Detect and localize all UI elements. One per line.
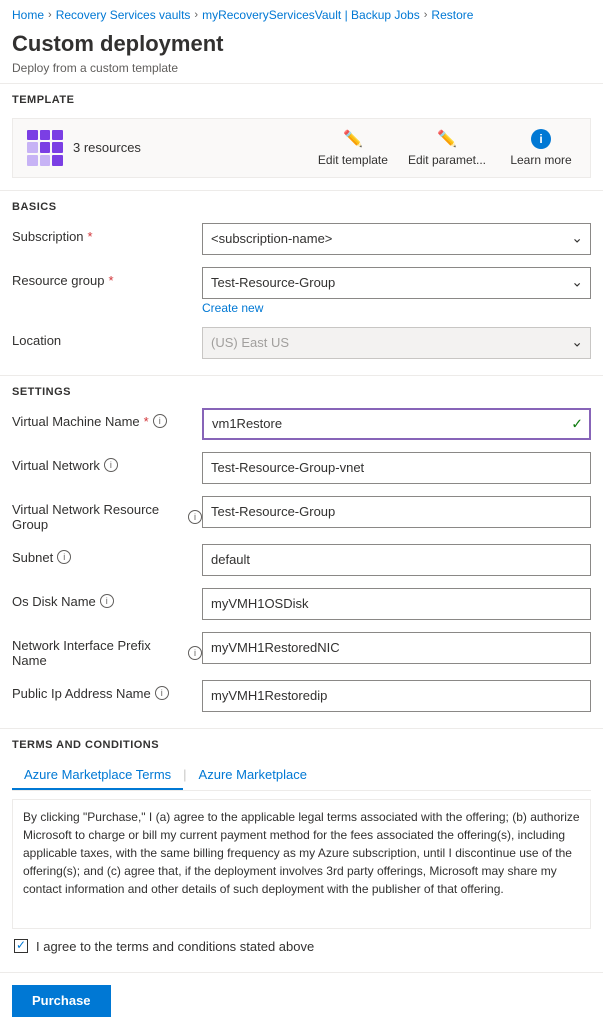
vnet-rg-input[interactable] bbox=[202, 496, 591, 528]
basics-form: Subscription * <subscription-name> Resou… bbox=[0, 219, 603, 375]
subscription-label: Subscription * bbox=[12, 223, 202, 244]
terms-section-label: TERMS AND CONDITIONS bbox=[0, 729, 603, 757]
breadcrumb-sep-1: › bbox=[48, 9, 52, 21]
vnet-label: Virtual Network i bbox=[12, 452, 202, 473]
breadcrumb-restore[interactable]: Restore bbox=[431, 8, 473, 22]
nic-prefix-input[interactable] bbox=[202, 632, 591, 664]
resource-group-select[interactable]: Test-Resource-Group bbox=[202, 267, 591, 299]
breadcrumb-vault[interactable]: myRecoveryServicesVault | Backup Jobs bbox=[202, 8, 420, 22]
breadcrumb-sep-2: › bbox=[194, 9, 198, 21]
resource-group-control: Test-Resource-Group Create new bbox=[202, 267, 591, 315]
terms-section: Azure Marketplace Terms | Azure Marketpl… bbox=[0, 757, 603, 964]
agree-label: I agree to the terms and conditions stat… bbox=[36, 939, 314, 954]
learn-more-button[interactable]: i Learn more bbox=[506, 129, 576, 167]
template-actions: ✏️ Edit template ✏️ Edit paramet... i Le… bbox=[318, 129, 576, 167]
vnet-rg-control bbox=[202, 496, 591, 528]
location-label: Location bbox=[12, 327, 202, 348]
location-control bbox=[202, 327, 591, 359]
subnet-row: Subnet i bbox=[12, 544, 591, 576]
settings-form: Virtual Machine Name * i ✓ Virtual Netwo… bbox=[0, 404, 603, 728]
subscription-row: Subscription * <subscription-name> bbox=[12, 223, 591, 255]
edit-template-label: Edit template bbox=[318, 153, 388, 167]
subnet-label: Subnet i bbox=[12, 544, 202, 565]
vm-name-row: Virtual Machine Name * i ✓ bbox=[12, 408, 591, 440]
resource-group-required: * bbox=[109, 273, 114, 288]
public-ip-info-icon[interactable]: i bbox=[155, 686, 169, 700]
nic-prefix-label: Network Interface Prefix Name i bbox=[12, 632, 202, 668]
settings-label: SETTINGS bbox=[0, 376, 603, 404]
create-new-link[interactable]: Create new bbox=[202, 301, 591, 315]
page-header: Custom deployment Deploy from a custom t… bbox=[0, 26, 603, 83]
os-disk-input[interactable] bbox=[202, 588, 591, 620]
vnet-input[interactable] bbox=[202, 452, 591, 484]
basics-label: BASICS bbox=[0, 191, 603, 219]
vm-name-control: ✓ bbox=[202, 408, 591, 440]
subnet-control bbox=[202, 544, 591, 576]
subscription-control: <subscription-name> bbox=[202, 223, 591, 255]
vnet-info-icon[interactable]: i bbox=[104, 458, 118, 472]
page-subtitle: Deploy from a custom template bbox=[12, 61, 591, 75]
subnet-input[interactable] bbox=[202, 544, 591, 576]
breadcrumb-home[interactable]: Home bbox=[12, 8, 44, 22]
learn-more-label: Learn more bbox=[510, 153, 571, 167]
purchase-button[interactable]: Purchase bbox=[12, 985, 111, 1017]
template-section-label: TEMPLATE bbox=[0, 84, 603, 112]
edit-parameters-button[interactable]: ✏️ Edit paramet... bbox=[408, 129, 486, 167]
breadcrumb-sep-3: › bbox=[424, 9, 428, 21]
vnet-rg-row: Virtual Network Resource Group i bbox=[12, 496, 591, 532]
public-ip-row: Public Ip Address Name i bbox=[12, 680, 591, 712]
pencil-icon-1: ✏️ bbox=[343, 129, 363, 149]
location-input bbox=[202, 327, 591, 359]
tab-azure-marketplace-terms[interactable]: Azure Marketplace Terms bbox=[12, 761, 183, 790]
vnet-row: Virtual Network i bbox=[12, 452, 591, 484]
template-card: 3 resources ✏️ Edit template ✏️ Edit par… bbox=[12, 118, 591, 178]
terms-text-box: By clicking "Purchase," I (a) agree to t… bbox=[12, 799, 591, 929]
public-ip-input[interactable] bbox=[202, 680, 591, 712]
location-row: Location bbox=[12, 327, 591, 359]
template-resources: 3 resources bbox=[73, 140, 141, 155]
public-ip-label: Public Ip Address Name i bbox=[12, 680, 202, 701]
edit-template-button[interactable]: ✏️ Edit template bbox=[318, 129, 388, 167]
subscription-select[interactable]: <subscription-name> bbox=[202, 223, 591, 255]
terms-text: By clicking "Purchase," I (a) agree to t… bbox=[23, 808, 580, 898]
nic-prefix-control bbox=[202, 632, 591, 664]
vm-name-input[interactable] bbox=[202, 408, 591, 440]
pencil-icon-2: ✏️ bbox=[437, 129, 457, 149]
resource-group-label: Resource group * bbox=[12, 267, 202, 288]
vnet-control bbox=[202, 452, 591, 484]
agree-checkbox[interactable] bbox=[14, 939, 28, 953]
subscription-required: * bbox=[88, 229, 93, 244]
vm-name-info-icon[interactable]: i bbox=[153, 414, 167, 428]
nic-prefix-row: Network Interface Prefix Name i bbox=[12, 632, 591, 668]
vm-name-label: Virtual Machine Name * i bbox=[12, 408, 202, 429]
tab-azure-marketplace[interactable]: Azure Marketplace bbox=[187, 761, 319, 790]
os-disk-info-icon[interactable]: i bbox=[100, 594, 114, 608]
resource-group-row: Resource group * Test-Resource-Group Cre… bbox=[12, 267, 591, 315]
breadcrumb: Home › Recovery Services vaults › myReco… bbox=[0, 0, 603, 26]
os-disk-control bbox=[202, 588, 591, 620]
os-disk-label: Os Disk Name i bbox=[12, 588, 202, 609]
page-title: Custom deployment bbox=[12, 30, 591, 59]
os-disk-row: Os Disk Name i bbox=[12, 588, 591, 620]
vm-name-check-icon: ✓ bbox=[571, 415, 583, 432]
vm-name-required: * bbox=[144, 414, 149, 429]
vnet-rg-info-icon[interactable]: i bbox=[188, 510, 202, 524]
vnet-rg-label: Virtual Network Resource Group i bbox=[12, 496, 202, 532]
subnet-info-icon[interactable]: i bbox=[57, 550, 71, 564]
terms-tabs: Azure Marketplace Terms | Azure Marketpl… bbox=[12, 761, 591, 791]
breadcrumb-recovery[interactable]: Recovery Services vaults bbox=[56, 8, 191, 22]
agree-row: I agree to the terms and conditions stat… bbox=[12, 939, 591, 954]
public-ip-control bbox=[202, 680, 591, 712]
footer: Purchase bbox=[0, 972, 603, 1029]
edit-parameters-label: Edit paramet... bbox=[408, 153, 486, 167]
info-icon: i bbox=[531, 129, 551, 149]
nic-prefix-info-icon[interactable]: i bbox=[188, 646, 202, 660]
template-icon bbox=[27, 130, 63, 166]
